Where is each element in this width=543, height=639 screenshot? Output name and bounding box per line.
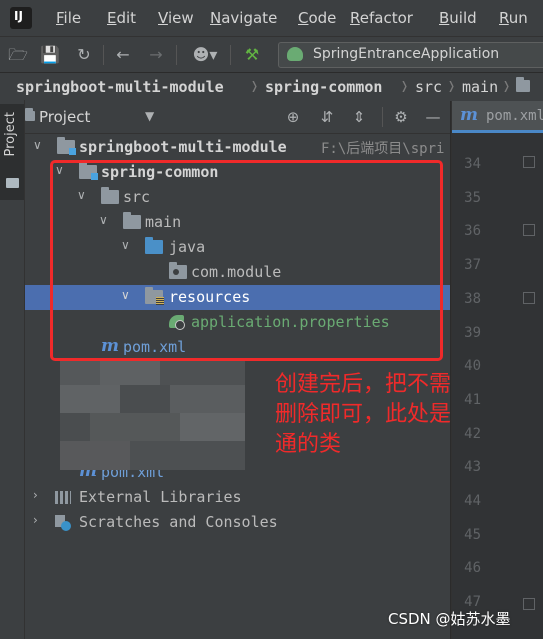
menu-edit[interactable]: Edit <box>107 9 136 27</box>
line-number: 40 <box>464 358 481 375</box>
tree-root-path: F:\后端项目\spri <box>321 141 445 157</box>
chevron-right-icon[interactable]: › <box>33 488 47 502</box>
tree-row-scratches[interactable]: › Scratches and Consoles <box>25 510 450 535</box>
open-folder-icon[interactable]: 🗁 <box>8 45 28 65</box>
chevron-right-icon: ❭ <box>400 77 410 95</box>
line-number: 43 <box>464 459 481 476</box>
menu-build[interactable]: Build <box>439 9 477 27</box>
project-panel-header: Project ▼ ⊕ ⇵ ⇕ ⚙ — <box>25 101 450 134</box>
forward-arrow-icon[interactable]: → <box>146 45 166 65</box>
breadcrumb: springboot-multi-module ❭ spring-common … <box>0 72 543 102</box>
folder-icon <box>6 178 19 188</box>
editor-tab-label: pom.xml <box>486 108 543 124</box>
tree-row-external-libraries[interactable]: › External Libraries <box>25 485 450 510</box>
vcs-user-icon[interactable]: ☻▾ <box>190 45 220 65</box>
chevron-down-icon[interactable]: ∨ <box>33 138 47 152</box>
toolbar-separator <box>230 45 231 65</box>
line-number: 42 <box>464 425 481 442</box>
project-view-icon <box>25 108 35 121</box>
spring-boot-icon <box>287 47 303 61</box>
menu-refactor[interactable]: Refactor <box>350 9 413 27</box>
line-number: 34 <box>464 156 481 172</box>
annotation-highlight-box <box>50 160 443 361</box>
fold-marker-icon[interactable] <box>523 224 535 236</box>
line-number: 37 <box>464 257 481 274</box>
editor-tab-pom[interactable]: m pom.xml <box>452 101 543 133</box>
line-number: 39 <box>464 324 481 341</box>
redacted-area <box>60 360 245 470</box>
tree-label-root: springboot-multi-module <box>79 138 287 156</box>
line-number: 35 <box>464 189 481 206</box>
folder-icon <box>516 77 530 92</box>
hide-panel-icon[interactable]: — <box>423 107 443 127</box>
back-arrow-icon[interactable]: ← <box>113 45 133 65</box>
breadcrumb-item[interactable]: main <box>462 78 498 96</box>
watermark: CSDN @姑苏水墨 <box>388 610 511 628</box>
fold-marker-icon[interactable] <box>523 156 535 168</box>
toolbar-separator <box>382 107 383 127</box>
chevron-right-icon[interactable]: › <box>33 513 47 527</box>
line-number: 36 <box>464 223 481 240</box>
module-folder-icon <box>57 137 76 155</box>
breadcrumb-item[interactable]: src <box>415 78 442 96</box>
menu-run[interactable]: Run <box>499 9 528 27</box>
expand-all-icon[interactable]: ⇕ <box>349 107 369 127</box>
save-icon[interactable]: 💾 <box>40 45 60 65</box>
line-number: 41 <box>464 391 481 408</box>
project-view-selector[interactable]: Project <box>39 108 90 126</box>
line-number: 38 <box>464 290 481 307</box>
settings-gear-icon[interactable]: ⚙ <box>391 107 411 127</box>
scratches-icon <box>55 515 71 531</box>
fold-marker-icon[interactable] <box>523 598 535 610</box>
chevron-down-icon[interactable]: ▼ <box>145 109 154 123</box>
line-number: 45 <box>464 526 481 543</box>
toolbar-separator <box>103 45 104 65</box>
project-tool-tab-label: Project <box>3 112 18 157</box>
editor-tab-bar: m pom.xml <box>451 101 543 133</box>
libraries-icon <box>55 491 71 504</box>
collapse-all-icon[interactable]: ⇵ <box>317 107 337 127</box>
chevron-right-icon: ❭ <box>447 77 457 95</box>
run-configuration-label: SpringEntranceApplication <box>313 46 500 62</box>
menu-file[interactable]: File <box>56 9 81 27</box>
menu-navigate[interactable]: Navigate <box>210 9 277 27</box>
locate-icon[interactable]: ⊕ <box>283 107 303 127</box>
toolbar-separator <box>176 45 177 65</box>
tree-label-external-libraries: External Libraries <box>79 488 242 506</box>
chevron-right-icon: ❭ <box>250 77 260 95</box>
line-number: 46 <box>464 560 481 577</box>
breadcrumb-item[interactable]: springboot-multi-module <box>16 78 224 96</box>
menu-view[interactable]: View <box>158 9 194 27</box>
breadcrumb-item[interactable]: spring-common <box>265 78 382 96</box>
menu-code[interactable]: Code <box>298 9 336 27</box>
sync-icon[interactable]: ↻ <box>74 45 94 65</box>
intellij-logo-icon[interactable]: IJ <box>8 5 34 31</box>
line-number: 44 <box>464 493 481 509</box>
build-hammer-icon[interactable]: ⚒ <box>242 45 262 65</box>
tree-row-root[interactable]: ∨ springboot-multi-module F:\后端项目\spri <box>25 135 450 160</box>
run-configuration-selector[interactable]: SpringEntranceApplication <box>278 42 543 68</box>
maven-icon: m <box>460 105 478 125</box>
fold-marker-icon[interactable] <box>523 292 535 304</box>
tree-label-scratches: Scratches and Consoles <box>79 513 278 531</box>
chevron-right-icon: ❭ <box>502 77 512 95</box>
menu-bar: IJ File Edit View Navigate Code Refactor… <box>0 0 543 36</box>
